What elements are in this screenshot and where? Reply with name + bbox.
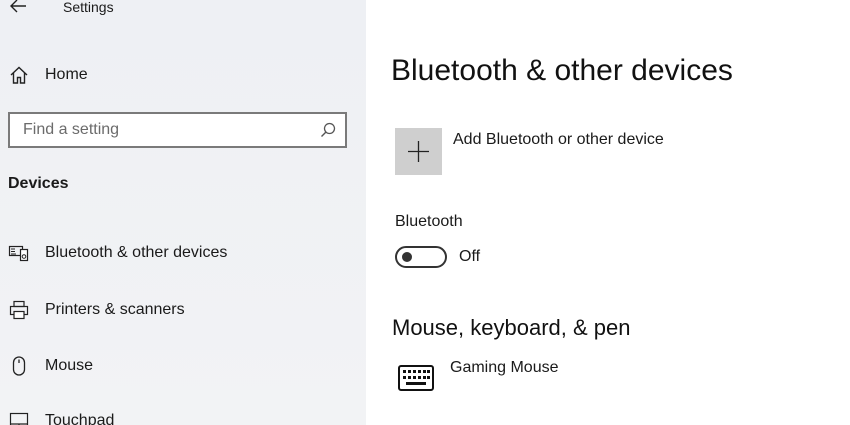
plus-icon (408, 141, 429, 162)
device-item[interactable]: Gaming Mouse (398, 356, 559, 391)
sidebar: Settings Home Devices Bluetooth & other … (0, 0, 366, 425)
search-input[interactable] (10, 114, 323, 146)
sidebar-item-label: Touchpad (45, 412, 115, 425)
sidebar-item-label: Mouse (45, 357, 94, 374)
bluetooth-toggle[interactable] (395, 246, 447, 268)
back-button[interactable] (6, 0, 30, 18)
sidebar-item-label: Bluetooth & other devices (45, 244, 228, 261)
section-heading-devices: Devices (8, 175, 69, 192)
toggle-knob (402, 252, 412, 262)
main-content: Bluetooth & other devices Add Bluetooth … (366, 0, 850, 425)
page-title: Bluetooth & other devices (391, 54, 733, 87)
search-icon[interactable] (319, 121, 337, 139)
mouse-icon (8, 355, 30, 377)
sidebar-item-mouse[interactable]: Mouse (8, 352, 93, 380)
home-label: Home (45, 66, 88, 83)
home-nav-item[interactable]: Home (8, 62, 88, 88)
printer-icon (8, 299, 30, 321)
window-title: Settings (63, 0, 114, 15)
sidebar-item-touchpad[interactable]: Touchpad (8, 407, 114, 425)
bluetooth-label: Bluetooth (395, 213, 463, 230)
search-box[interactable] (8, 112, 347, 148)
device-name: Gaming Mouse (450, 359, 559, 376)
sidebar-item-label: Printers & scanners (45, 301, 185, 318)
bluetooth-devices-icon (8, 242, 30, 264)
section-heading-mouse-keyboard-pen: Mouse, keyboard, & pen (392, 315, 631, 340)
sidebar-item-bluetooth[interactable]: Bluetooth & other devices (8, 239, 227, 267)
add-device-button[interactable] (395, 128, 442, 175)
keyboard-icon (398, 365, 434, 391)
add-device-label[interactable]: Add Bluetooth or other device (453, 131, 664, 149)
bluetooth-state-text: Off (459, 248, 481, 265)
home-icon (10, 66, 28, 84)
back-arrow-icon (10, 0, 26, 13)
sidebar-item-printers[interactable]: Printers & scanners (8, 296, 185, 324)
touchpad-icon (8, 410, 30, 425)
